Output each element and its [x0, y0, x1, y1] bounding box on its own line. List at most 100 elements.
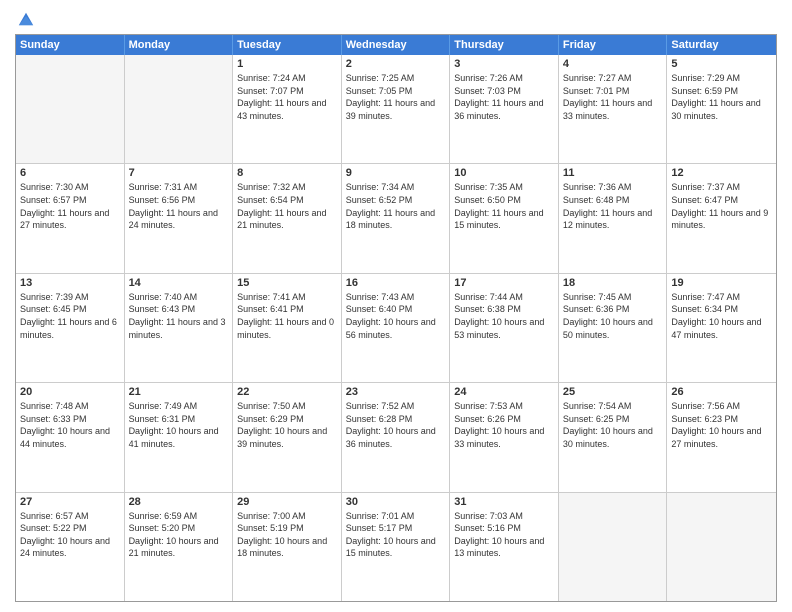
cell-day-number: 30	[346, 496, 446, 508]
calendar-cell	[559, 493, 668, 601]
cell-day-number: 29	[237, 496, 337, 508]
cell-info: Sunrise: 7:29 AMSunset: 6:59 PMDaylight:…	[671, 72, 772, 122]
calendar-cell	[125, 55, 234, 163]
calendar-cell: 31Sunrise: 7:03 AMSunset: 5:16 PMDayligh…	[450, 493, 559, 601]
header-day-tuesday: Tuesday	[233, 35, 342, 55]
calendar-cell: 17 Sunrise: 7:44 AMSunset: 6:38 PMDayligh…	[450, 274, 559, 382]
calendar-cell: 3 Sunrise: 7:26 AMSunset: 7:03 PMDaylight…	[450, 55, 559, 163]
calendar-row-3: 13Sunrise: 7:39 AMSunset: 6:45 PMDayligh…	[16, 274, 776, 383]
calendar-cell: 30 Sunrise: 7:01 AMSunset: 5:17 PMDayligh…	[342, 493, 451, 601]
calendar-cell: 1Sunrise: 7:24 AMSunset: 7:07 PMDaylight…	[233, 55, 342, 163]
cell-info: Sunrise: 6:59 AMSunset: 5:20 PMDaylight:…	[129, 510, 229, 560]
calendar-cell: 26Sunrise: 7:56 AMSunset: 6:23 PMDayligh…	[667, 383, 776, 491]
calendar-cell	[667, 493, 776, 601]
cell-day-number: 15	[237, 277, 337, 289]
logo	[15, 10, 35, 26]
cell-day-number: 12	[671, 167, 772, 179]
calendar-cell: 8 Sunrise: 7:32 AMSunset: 6:54 PMDaylight…	[233, 164, 342, 272]
cell-day-number: 17	[454, 277, 554, 289]
calendar-cell: 29 Sunrise: 7:00 AMSunset: 5:19 PMDayligh…	[233, 493, 342, 601]
logo-icon	[17, 10, 35, 28]
calendar-cell: 19 Sunrise: 7:47 AMSunset: 6:34 PMDayligh…	[667, 274, 776, 382]
cell-day-number: 1	[237, 58, 337, 70]
calendar-cell: 16 Sunrise: 7:43 AMSunset: 6:40 PMDayligh…	[342, 274, 451, 382]
header-day-thursday: Thursday	[450, 35, 559, 55]
page-header	[15, 10, 777, 26]
cell-info: Sunrise: 7:37 AMSunset: 6:47 PMDaylight:…	[671, 181, 772, 231]
cell-info: Sunrise: 7:31 AMSunset: 6:56 PMDaylight:…	[129, 181, 229, 231]
calendar: SundayMondayTuesdayWednesdayThursdayFrid…	[15, 34, 777, 602]
cell-day-number: 4	[563, 58, 663, 70]
calendar-cell: 27Sunrise: 6:57 AMSunset: 5:22 PMDayligh…	[16, 493, 125, 601]
cell-info: Sunrise: 7:54 AMSunset: 6:25 PMDaylight:…	[563, 400, 663, 450]
cell-info: Sunrise: 7:25 AMSunset: 7:05 PMDaylight:…	[346, 72, 446, 122]
calendar-cell: 7Sunrise: 7:31 AMSunset: 6:56 PMDaylight…	[125, 164, 234, 272]
cell-day-number: 8	[237, 167, 337, 179]
header-day-wednesday: Wednesday	[342, 35, 451, 55]
cell-info: Sunrise: 7:49 AMSunset: 6:31 PMDaylight:…	[129, 400, 229, 450]
cell-info: Sunrise: 7:53 AMSunset: 6:26 PMDaylight:…	[454, 400, 554, 450]
cell-info: Sunrise: 7:35 AMSunset: 6:50 PMDaylight:…	[454, 181, 554, 231]
cell-day-number: 18	[563, 277, 663, 289]
calendar-cell: 10Sunrise: 7:35 AMSunset: 6:50 PMDayligh…	[450, 164, 559, 272]
cell-info: Sunrise: 7:43 AMSunset: 6:40 PMDaylight:…	[346, 291, 446, 341]
cell-info: Sunrise: 7:47 AMSunset: 6:34 PMDaylight:…	[671, 291, 772, 341]
cell-info: Sunrise: 7:52 AMSunset: 6:28 PMDaylight:…	[346, 400, 446, 450]
cell-day-number: 23	[346, 386, 446, 398]
calendar-cell: 23 Sunrise: 7:52 AMSunset: 6:28 PMDayligh…	[342, 383, 451, 491]
cell-day-number: 20	[20, 386, 120, 398]
cell-info: Sunrise: 7:39 AMSunset: 6:45 PMDaylight:…	[20, 291, 120, 341]
calendar-cell: 24 Sunrise: 7:53 AMSunset: 6:26 PMDayligh…	[450, 383, 559, 491]
cell-day-number: 9	[346, 167, 446, 179]
calendar-cell: 12 Sunrise: 7:37 AMSunset: 6:47 PMDayligh…	[667, 164, 776, 272]
header-day-saturday: Saturday	[667, 35, 776, 55]
calendar-cell: 11 Sunrise: 7:36 AMSunset: 6:48 PMDayligh…	[559, 164, 668, 272]
cell-day-number: 11	[563, 167, 663, 179]
cell-info: Sunrise: 7:27 AMSunset: 7:01 PMDaylight:…	[563, 72, 663, 122]
cell-info: Sunrise: 6:57 AMSunset: 5:22 PMDaylight:…	[20, 510, 120, 560]
cell-info: Sunrise: 7:32 AMSunset: 6:54 PMDaylight:…	[237, 181, 337, 231]
cell-day-number: 2	[346, 58, 446, 70]
calendar-cell: 25Sunrise: 7:54 AMSunset: 6:25 PMDayligh…	[559, 383, 668, 491]
cell-info: Sunrise: 7:01 AMSunset: 5:17 PMDaylight:…	[346, 510, 446, 560]
cell-info: Sunrise: 7:36 AMSunset: 6:48 PMDaylight:…	[563, 181, 663, 231]
calendar-cell: 18 Sunrise: 7:45 AMSunset: 6:36 PMDayligh…	[559, 274, 668, 382]
cell-info: Sunrise: 7:26 AMSunset: 7:03 PMDaylight:…	[454, 72, 554, 122]
calendar-cell: 2 Sunrise: 7:25 AMSunset: 7:05 PMDaylight…	[342, 55, 451, 163]
cell-day-number: 3	[454, 58, 554, 70]
cell-info: Sunrise: 7:44 AMSunset: 6:38 PMDaylight:…	[454, 291, 554, 341]
cell-info: Sunrise: 7:41 AMSunset: 6:41 PMDaylight:…	[237, 291, 337, 341]
calendar-row-5: 27Sunrise: 6:57 AMSunset: 5:22 PMDayligh…	[16, 493, 776, 601]
calendar-row-4: 20 Sunrise: 7:48 AMSunset: 6:33 PMDayligh…	[16, 383, 776, 492]
cell-day-number: 26	[671, 386, 772, 398]
cell-day-number: 19	[671, 277, 772, 289]
calendar-header: SundayMondayTuesdayWednesdayThursdayFrid…	[16, 35, 776, 55]
calendar-row-1: 1Sunrise: 7:24 AMSunset: 7:07 PMDaylight…	[16, 55, 776, 164]
calendar-row-2: 6 Sunrise: 7:30 AMSunset: 6:57 PMDaylight…	[16, 164, 776, 273]
calendar-cell: 21 Sunrise: 7:49 AMSunset: 6:31 PMDayligh…	[125, 383, 234, 491]
calendar-cell: 6 Sunrise: 7:30 AMSunset: 6:57 PMDaylight…	[16, 164, 125, 272]
cell-info: Sunrise: 7:30 AMSunset: 6:57 PMDaylight:…	[20, 181, 120, 231]
header-day-sunday: Sunday	[16, 35, 125, 55]
cell-day-number: 31	[454, 496, 554, 508]
calendar-cell: 13Sunrise: 7:39 AMSunset: 6:45 PMDayligh…	[16, 274, 125, 382]
cell-day-number: 24	[454, 386, 554, 398]
cell-info: Sunrise: 7:50 AMSunset: 6:29 PMDaylight:…	[237, 400, 337, 450]
calendar-cell: 14 Sunrise: 7:40 AMSunset: 6:43 PMDayligh…	[125, 274, 234, 382]
cell-info: Sunrise: 7:40 AMSunset: 6:43 PMDaylight:…	[129, 291, 229, 341]
cell-info: Sunrise: 7:00 AMSunset: 5:19 PMDaylight:…	[237, 510, 337, 560]
cell-day-number: 28	[129, 496, 229, 508]
cell-info: Sunrise: 7:34 AMSunset: 6:52 PMDaylight:…	[346, 181, 446, 231]
calendar-cell: 15 Sunrise: 7:41 AMSunset: 6:41 PMDayligh…	[233, 274, 342, 382]
cell-day-number: 14	[129, 277, 229, 289]
cell-day-number: 16	[346, 277, 446, 289]
cell-info: Sunrise: 7:45 AMSunset: 6:36 PMDaylight:…	[563, 291, 663, 341]
cell-day-number: 21	[129, 386, 229, 398]
calendar-cell: 9 Sunrise: 7:34 AMSunset: 6:52 PMDaylight…	[342, 164, 451, 272]
cell-day-number: 5	[671, 58, 772, 70]
cell-day-number: 6	[20, 167, 120, 179]
calendar-cell: 22Sunrise: 7:50 AMSunset: 6:29 PMDayligh…	[233, 383, 342, 491]
cell-info: Sunrise: 7:48 AMSunset: 6:33 PMDaylight:…	[20, 400, 120, 450]
calendar-cell: 4 Sunrise: 7:27 AMSunset: 7:01 PMDaylight…	[559, 55, 668, 163]
calendar-cell: 5 Sunrise: 7:29 AMSunset: 6:59 PMDaylight…	[667, 55, 776, 163]
